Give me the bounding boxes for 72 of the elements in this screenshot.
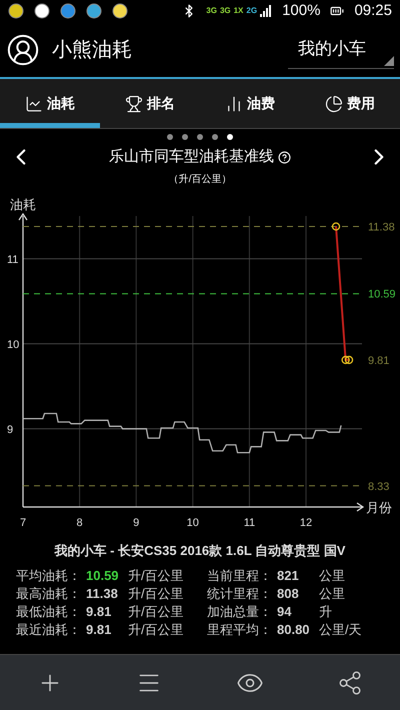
chart-title: 乐山市同车型油耗基准线 <box>109 146 274 167</box>
stat-unit: 公里 <box>319 584 345 602</box>
stat-value: 10.59 <box>86 566 120 584</box>
tab[interactable]: 油耗 <box>0 79 100 128</box>
app-icon <box>8 3 24 19</box>
chart-unit: （升/百公里） <box>168 172 232 187</box>
x-tick-label: 7 <box>20 517 26 529</box>
stat-label: 平均油耗： <box>16 566 82 584</box>
network-label: 3G <box>206 5 217 17</box>
stat-unit: 升/百公里 <box>128 620 184 638</box>
stat-value: 9.81 <box>86 602 112 620</box>
car-title: 我的小车 - 长安CS35 2016款 1.6L 自动尊贵型 国V <box>54 542 346 560</box>
data-point <box>332 222 340 231</box>
share-icon[interactable] <box>337 670 364 696</box>
y-axis-title: 油耗 <box>10 197 36 212</box>
line-label: 10.59 <box>368 288 396 301</box>
stat-label: 最近油耗： <box>16 620 82 638</box>
trophy-icon <box>125 94 143 112</box>
x-axis-title: 月份 <box>366 500 392 515</box>
tab[interactable]: 油费 <box>200 79 300 128</box>
stat-label: 最高油耗： <box>16 584 82 602</box>
clock: 09:25 <box>354 0 392 21</box>
stat-label: 加油总量： <box>207 602 273 620</box>
data-point <box>344 356 354 364</box>
bar-chart-icon <box>225 94 243 112</box>
x-tick-label: 12 <box>300 517 312 529</box>
battery-icon <box>330 4 344 18</box>
stat-value: 11.38 <box>86 584 119 602</box>
line-chart-icon <box>25 94 43 112</box>
app-icon <box>34 3 50 19</box>
y-tick-label: 11 <box>7 254 18 266</box>
pie-chart-icon <box>325 94 343 112</box>
stat-value: 821 <box>277 566 300 584</box>
stat-value: 9.81 <box>86 620 112 638</box>
tab[interactable]: 费用 <box>300 79 400 128</box>
stat-label: 里程平均： <box>207 620 273 638</box>
stat-unit: 升/百公里 <box>128 566 184 584</box>
stat-unit: 公里 <box>319 566 345 584</box>
line-label: 8.33 <box>368 480 390 493</box>
x-tick-label: 10 <box>186 517 199 529</box>
account-icon[interactable] <box>6 32 40 66</box>
stat-unit: 升 <box>319 602 332 620</box>
app-title: 小熊油耗 <box>52 38 132 62</box>
stat-unit: 升/百公里 <box>128 602 184 620</box>
stat-value: 94 <box>277 602 292 620</box>
stat-unit: 公里/天 <box>319 620 362 638</box>
network-label: 2G <box>246 5 258 17</box>
battery-percent: 100% <box>282 0 320 21</box>
network-label: 1X <box>234 5 244 17</box>
value-label: 9.81 <box>368 354 390 367</box>
stat-label: 统计里程： <box>207 584 273 602</box>
stat-value: 808 <box>277 584 300 602</box>
stat-label: 最低油耗： <box>16 602 82 620</box>
line-label: 11.38 <box>368 222 395 234</box>
y-tick-label: 10 <box>7 338 20 351</box>
data-point <box>341 356 350 364</box>
network-label: 3G <box>220 5 231 17</box>
signal-icon <box>260 5 272 17</box>
x-tick-label: 9 <box>133 517 140 529</box>
x-tick-label: 11 <box>244 517 256 529</box>
app-icon <box>112 3 128 19</box>
car-dropdown[interactable]: 我的小车 <box>288 30 394 68</box>
stat-value: 80.80 <box>277 620 311 638</box>
app-icon <box>86 3 102 19</box>
stat-unit: 升/百公里 <box>128 584 184 602</box>
y-tick-label: 9 <box>7 424 14 436</box>
tab[interactable]: 排名 <box>100 79 200 128</box>
stat-label: 当前里程： <box>207 566 273 584</box>
x-tick-label: 8 <box>76 517 83 529</box>
help-icon[interactable] <box>278 150 291 164</box>
dropdown-corner-icon <box>384 56 394 66</box>
app-icon <box>60 3 76 19</box>
